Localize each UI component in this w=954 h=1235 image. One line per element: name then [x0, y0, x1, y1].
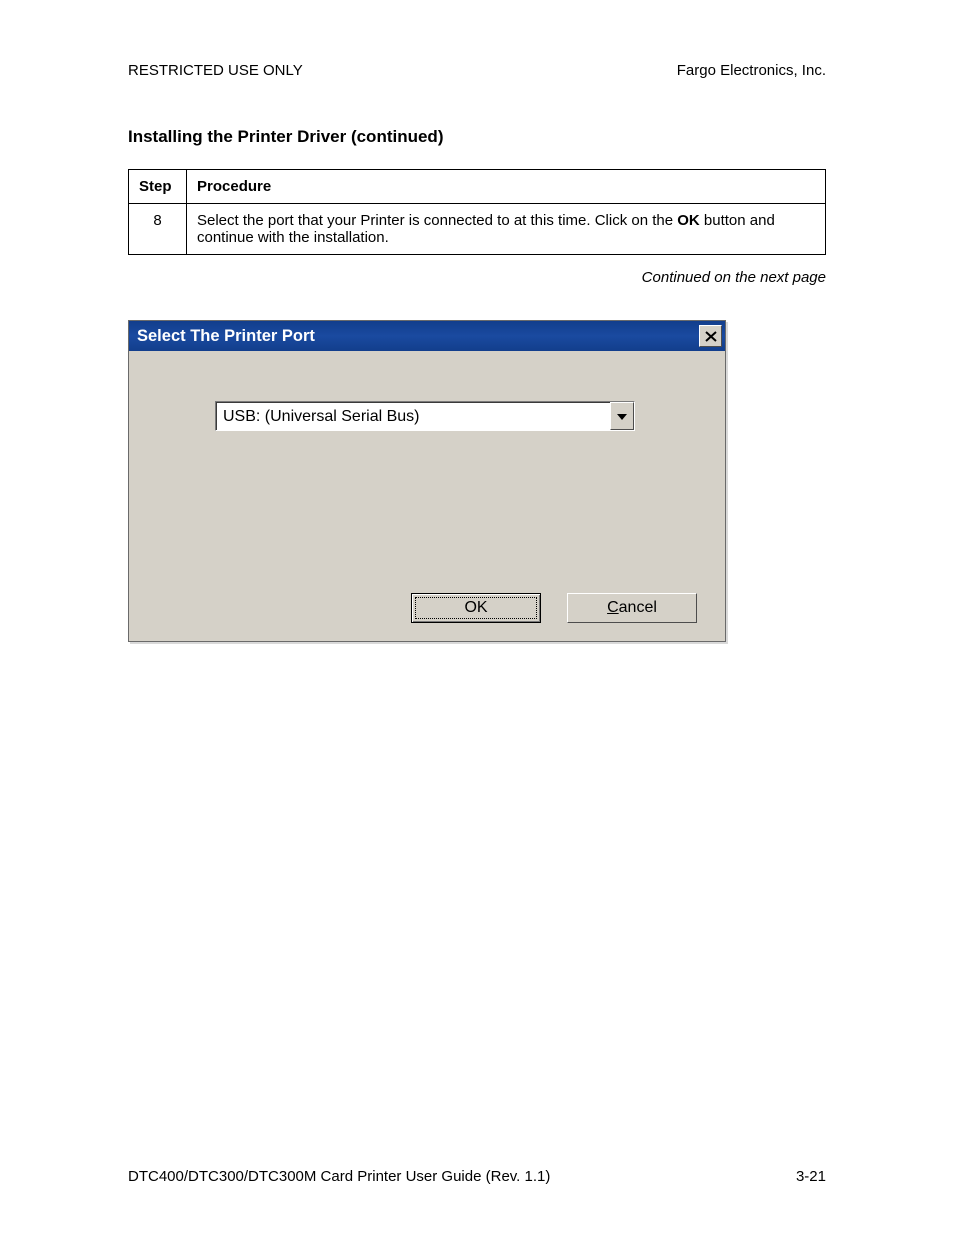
- continued-note: Continued on the next page: [128, 269, 826, 286]
- cancel-button-label: Cancel: [607, 599, 657, 617]
- table-header-row: Step Procedure: [129, 170, 826, 204]
- section-title: Installing the Printer Driver (continued…: [128, 127, 826, 147]
- cancel-button[interactable]: Cancel: [567, 593, 697, 623]
- footer-right: 3-21: [796, 1168, 826, 1185]
- footer-left: DTC400/DTC300/DTC300M Card Printer User …: [128, 1168, 550, 1185]
- port-combobox-value: USB: (Universal Serial Bus): [216, 402, 610, 430]
- step-number: 8: [129, 204, 187, 255]
- ok-button-label: OK: [464, 599, 487, 617]
- close-button[interactable]: [699, 325, 722, 347]
- proc-text-1: Select the port that your Printer is con…: [197, 212, 677, 229]
- header-right: Fargo Electronics, Inc.: [677, 62, 826, 79]
- chevron-down-icon: [617, 407, 627, 425]
- table-row: 8 Select the port that your Printer is c…: [129, 204, 826, 255]
- header-left: RESTRICTED USE ONLY: [128, 62, 303, 79]
- dialog-button-row: OK Cancel: [411, 593, 697, 623]
- port-combobox[interactable]: USB: (Universal Serial Bus): [215, 401, 635, 431]
- proc-text-bold: OK: [677, 212, 700, 229]
- dialog-body: USB: (Universal Serial Bus) OK Cancel: [129, 351, 725, 641]
- dialog-title: Select The Printer Port: [137, 327, 315, 346]
- page-footer: DTC400/DTC300/DTC300M Card Printer User …: [128, 1168, 826, 1185]
- page-header: RESTRICTED USE ONLY Fargo Electronics, I…: [128, 62, 826, 79]
- col-header-procedure: Procedure: [187, 170, 826, 204]
- dialog-container: Select The Printer Port USB: (Universal …: [128, 320, 826, 642]
- combobox-dropdown-button[interactable]: [610, 402, 634, 430]
- procedure-cell: Select the port that your Printer is con…: [187, 204, 826, 255]
- close-icon: [705, 331, 717, 342]
- dialog-titlebar[interactable]: Select The Printer Port: [129, 321, 725, 351]
- ok-button[interactable]: OK: [411, 593, 541, 623]
- procedure-table: Step Procedure 8 Select the port that yo…: [128, 169, 826, 255]
- select-printer-port-dialog: Select The Printer Port USB: (Universal …: [128, 320, 726, 642]
- col-header-step: Step: [129, 170, 187, 204]
